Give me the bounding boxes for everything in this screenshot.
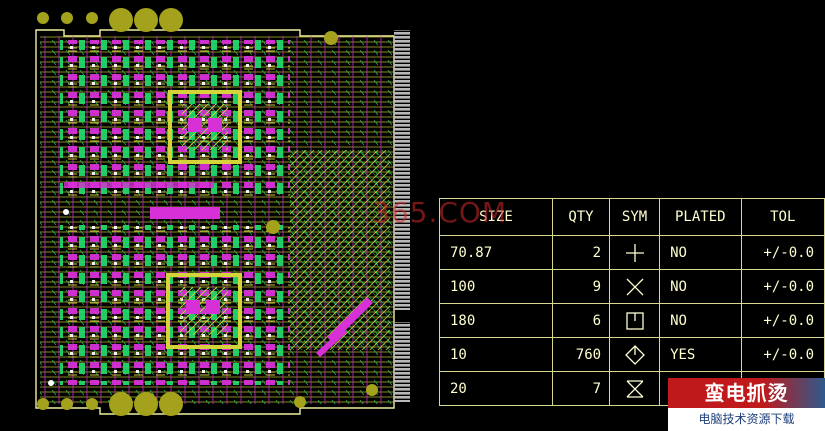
upper-module (60, 40, 290, 200)
cell-qty: 6 (551, 303, 611, 338)
header-size: SIZE (439, 198, 553, 236)
diamond-icon (624, 344, 645, 365)
cell-size: 70.87 (439, 235, 553, 270)
cell-size: 20 (439, 371, 553, 406)
header-sym: SYM (609, 198, 661, 236)
table-row: 180 6 NO +/-0.0 (439, 303, 825, 338)
boxed-x-icon (626, 379, 644, 398)
cell-size: 100 (439, 269, 553, 304)
plus-icon (625, 243, 644, 262)
cell-tol: +/-0.0 (740, 269, 825, 304)
cell-qty: 760 (551, 337, 611, 372)
cell-qty: 2 (551, 235, 611, 270)
table-row: 100 9 NO +/-0.0 (439, 269, 825, 304)
edge-connector-top (394, 30, 410, 310)
cell-tol: +/-0.0 (740, 337, 825, 372)
cell-tol: +/-0.0 (740, 303, 825, 338)
logo-bottom-text: 电脑技术资源下载 (668, 408, 825, 431)
x-icon (626, 278, 644, 295)
drill-table: SIZE QTY SYM PLATED TOL 70.87 2 NO +/-0.… (439, 198, 825, 406)
cell-qty: 9 (551, 269, 611, 304)
header-plated: PLATED (659, 198, 742, 236)
cell-tol: +/-0.0 (740, 235, 825, 270)
edge-connector-bottom (394, 322, 410, 402)
pcb-layout-canvas (35, 8, 410, 416)
drill-table-header: SIZE QTY SYM PLATED TOL (439, 198, 825, 236)
cell-size: 10 (439, 337, 553, 372)
header-qty: QTY (551, 198, 611, 236)
lower-module (60, 225, 290, 385)
box-icon (625, 311, 644, 330)
cell-plated: YES (659, 337, 742, 372)
cell-qty: 7 (551, 371, 611, 406)
cell-plated: NO (659, 269, 742, 304)
cell-size: 180 (439, 303, 553, 338)
table-row: 70.87 2 NO +/-0.0 (439, 235, 825, 270)
cell-plated: YES (659, 371, 742, 406)
cell-plated: NO (659, 235, 742, 270)
table-row: 20 7 YES +/-0.0 (439, 371, 825, 406)
header-tol: TOL (740, 198, 825, 236)
fanout-area (290, 150, 390, 350)
table-row: 10 760 YES +/-0.0 (439, 337, 825, 372)
cell-tol: +/-0.0 (740, 371, 825, 406)
cell-plated: NO (659, 303, 742, 338)
